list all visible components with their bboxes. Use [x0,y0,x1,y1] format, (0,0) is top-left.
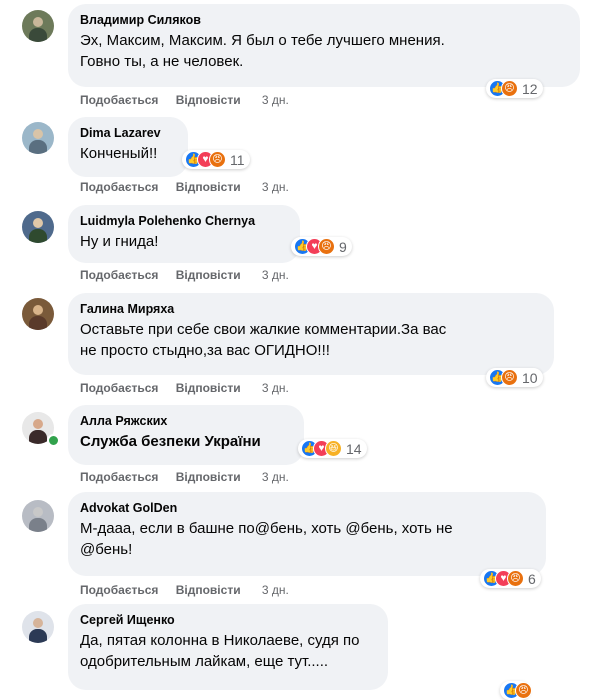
comment-actions: Подобається Відповісти 3 дн. [80,180,303,194]
reactions-summary[interactable]: 👍 ♥ 😠 11 [182,150,250,169]
like-link[interactable]: Подобається [80,583,158,597]
comment-text: Оставьте при себе свои жалкие комментари… [80,321,447,359]
avatar[interactable] [22,298,54,330]
comment-bubble: Luidmyla Polehenko Chernya Ну и гнида! [68,205,300,263]
reactions-summary[interactable]: 👍 ♥ 😠 6 [480,569,541,588]
avatar[interactable] [22,10,54,42]
reply-link[interactable]: Відповісти [176,93,241,107]
comment-author[interactable]: Сергей Ищенко [80,612,376,628]
reaction-count: 12 [522,80,538,97]
reply-link[interactable]: Відповісти [176,180,241,194]
comment-bubble: Dima Lazarev Конченый!! [68,117,188,177]
reaction-count: 14 [346,440,362,457]
reply-link[interactable]: Відповісти [176,268,241,282]
like-link[interactable]: Подобається [80,93,158,107]
reply-link[interactable]: Відповісти [176,470,241,484]
comment-text: Конченый!! [80,145,158,162]
comment-author[interactable]: Галина Миряха [80,301,542,317]
like-link[interactable]: Подобається [80,180,158,194]
comment-bubble: Сергей Ищенко Да, пятая колонна в Никола… [68,604,388,690]
reactions-summary[interactable]: 👍 😠 10 [486,368,543,387]
comment-bubble: Advokat GolDen М-дааа, если в башне по@б… [68,492,546,576]
reactions-summary[interactable]: 👍 ♥ 😠 9 [291,237,352,256]
avatar[interactable] [22,211,54,243]
timestamp[interactable]: 3 дн. [262,268,289,282]
reply-link[interactable]: Відповісти [176,381,241,395]
timestamp[interactable]: 3 дн. [262,93,289,107]
online-status-icon [47,434,60,447]
comment-actions: Подобається Відповісти 3 дн. [80,470,303,484]
comment-text: Эх, Максим, Максим. Я был о тебе лучшего… [80,32,445,70]
timestamp[interactable]: 3 дн. [262,180,289,194]
comment-actions: Подобається Відповісти 3 дн. [80,583,303,597]
avatar[interactable] [22,122,54,154]
angry-reaction-icon: 😠 [209,151,226,168]
timestamp[interactable]: 3 дн. [262,583,289,597]
timestamp[interactable]: 3 дн. [262,381,289,395]
like-link[interactable]: Подобається [80,268,158,282]
reaction-count: 10 [522,369,538,386]
reaction-count: 6 [528,570,536,587]
avatar[interactable] [22,500,54,532]
comment-actions: Подобається Відповісти 3 дн. [80,381,303,395]
comment-author[interactable]: Владимир Силяков [80,12,568,28]
angry-reaction-icon: 😠 [507,570,524,587]
comment-author[interactable]: Luidmyla Polehenko Chernya [80,213,288,229]
angry-reaction-icon: 😠 [318,238,335,255]
angry-reaction-icon: 😠 [515,682,532,699]
reply-link[interactable]: Відповісти [176,583,241,597]
timestamp[interactable]: 3 дн. [262,470,289,484]
comment-bubble: Алла Ряжских Служба безпеки України [68,405,304,465]
comment-bubble: Галина Миряха Оставьте при себе свои жал… [68,293,554,375]
reactions-summary[interactable]: 👍 😠 [500,681,532,700]
like-link[interactable]: Подобається [80,470,158,484]
comment-text: Служба безпеки України [80,433,261,450]
comment-author[interactable]: Dima Lazarev [80,125,176,141]
comment-text: Ну и гнида! [80,233,159,250]
comment-actions: Подобається Відповісти 3 дн. [80,268,303,282]
reaction-count: 9 [339,238,347,255]
reaction-count: 11 [230,151,245,168]
angry-reaction-icon: 😠 [501,369,518,386]
like-link[interactable]: Подобається [80,381,158,395]
comment-author[interactable]: Алла Ряжских [80,413,292,429]
haha-reaction-icon: 😆 [325,440,342,457]
reactions-summary[interactable]: 👍 😠 12 [486,79,543,98]
comment-author[interactable]: Advokat GolDen [80,500,534,516]
avatar[interactable] [22,611,54,643]
comment-bubble: Владимир Силяков Эх, Максим, Максим. Я б… [68,4,580,87]
angry-reaction-icon: 😠 [501,80,518,97]
comment-text: М-дааа, если в башне по@бень, хоть @бень… [80,520,453,558]
reactions-summary[interactable]: 👍 ♥ 😆 14 [298,439,367,458]
comment-text: Да, пятая колонна в Николаеве, судя по о… [80,632,360,670]
comment-actions: Подобається Відповісти 3 дн. [80,93,303,107]
